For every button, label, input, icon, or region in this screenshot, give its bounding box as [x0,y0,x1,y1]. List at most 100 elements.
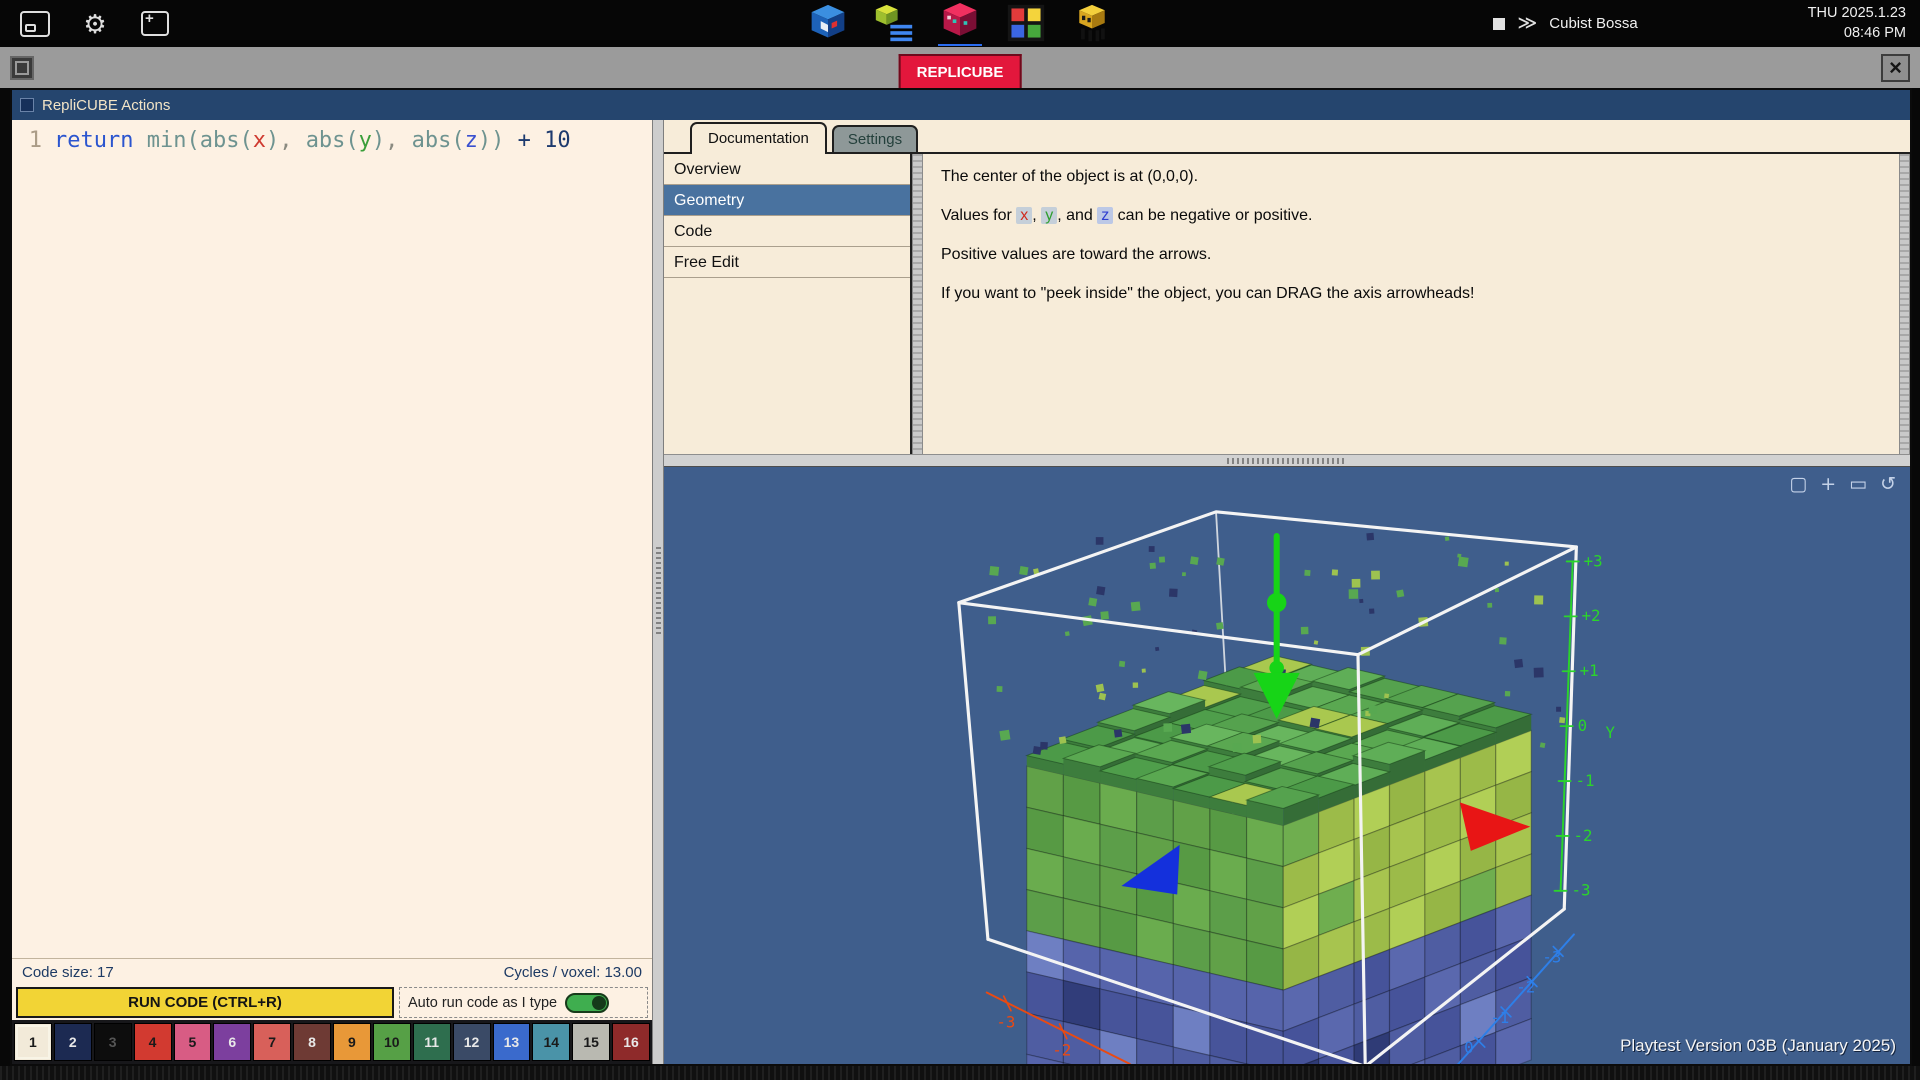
doc-paragraph-4: If you want to "peek inside" the object,… [941,285,1881,303]
run-controls-row: RUN CODE (CTRL+R) Auto run code as I typ… [12,985,652,1020]
display-icon [20,11,50,37]
code-editor-panel: 1 return min(abs(x), abs(y), abs(z)) + 1… [12,120,652,1064]
time-label: 08:46 PM [1808,24,1906,44]
display-window-icon[interactable] [18,9,52,39]
robot-app-icon[interactable] [1069,3,1115,43]
close-window-button[interactable]: × [1881,54,1910,82]
settings-gear-icon[interactable]: ⚙ [78,9,112,39]
slice-plane-icon[interactable]: ▭ [1849,475,1867,494]
code-token: ) [266,128,279,153]
palette-swatch-2[interactable]: 2 [54,1023,92,1061]
run-code-button[interactable]: RUN CODE (CTRL+R) [16,987,394,1018]
system-status-area: ≫ Cubist Bossa THU 2025.1.23 08:46 PM [1493,0,1906,47]
center-view-icon[interactable]: + [1820,475,1836,494]
code-token: , [279,128,306,153]
palette-swatch-4[interactable]: 4 [134,1023,172,1061]
palette-swatch-13[interactable]: 13 [493,1023,531,1061]
palette-swatch-10[interactable]: 10 [373,1023,411,1061]
doc-content-scrollbar[interactable] [1899,154,1910,454]
cycles-label: Cycles / voxel: 13.00 [504,964,642,981]
code-editor[interactable]: 1 return min(abs(x), abs(y), abs(z)) + 1… [12,120,652,958]
palette-grid-app-icon[interactable] [1003,3,1049,43]
doc-p2-sep1: , [1032,207,1041,224]
voxel-list-glyph [871,3,917,43]
code-token: min( [147,128,200,153]
printer-app-glyph [805,3,851,43]
svg-text:Y: Y [1605,723,1615,742]
3d-scene-canvas[interactable]: +3+2+10-1-2-3Y-3-2-3-2-10 [664,467,1910,1064]
svg-text:-2: -2 [1516,978,1535,997]
palette-swatch-14[interactable]: 14 [532,1023,570,1061]
palette-swatch-11[interactable]: 11 [413,1023,451,1061]
svg-text:-2: -2 [1052,1041,1071,1060]
doc-nav-geometry[interactable]: Geometry [664,185,910,216]
doc-nav-scrollbar[interactable] [912,154,923,454]
palette-swatch-1[interactable]: 1 [14,1023,52,1061]
stop-playback-icon[interactable] [1493,18,1505,30]
palette-swatch-5[interactable]: 5 [174,1023,212,1061]
system-menu-icons: ⚙ + [18,9,172,39]
code-token: abs( [306,128,359,153]
palette-swatch-9[interactable]: 9 [333,1023,371,1061]
tab-documentation[interactable]: Documentation [690,122,827,154]
doc-tab-row: Documentation Settings [664,120,1910,154]
code-size-label: Code size: 17 [22,964,114,981]
code-token: abs( [200,128,253,153]
line-number: 1 [12,126,42,156]
doc-nav-overview[interactable]: Overview [664,154,910,185]
music-player-controls: ≫ Cubist Bossa [1493,12,1637,35]
code-token: return [54,128,147,153]
doc-body: Overview Geometry Code Free Edit The cen… [664,154,1910,454]
palette-swatch-15[interactable]: 15 [572,1023,610,1061]
code-token: y [359,128,372,153]
version-label: Playtest Version 03B (January 2025) [1620,1036,1896,1056]
code-line: 1 return min(abs(x), abs(y), abs(z)) + 1… [12,126,652,156]
palette-swatch-16[interactable]: 16 [612,1023,650,1061]
svg-text:+3: +3 [1584,551,1603,570]
add-window-icon[interactable]: + [138,9,172,39]
svg-text:-3: -3 [996,1013,1015,1032]
window-titlebar: RepliCUBE Actions [12,90,1910,120]
svg-text:0: 0 [1464,1038,1473,1057]
date-label: THU 2025.1.23 [1808,4,1906,24]
doc-nav-code[interactable]: Code [664,216,910,247]
next-track-icon[interactable]: ≫ [1517,12,1537,35]
palette-row: 12345678910111213141516 [12,1020,652,1064]
svg-text:+2: +2 [1582,606,1601,625]
svg-text:-1: -1 [1576,771,1595,790]
system-top-bar: ⚙ + [0,0,1920,47]
palette-swatch-3[interactable]: 3 [94,1023,132,1061]
printer-app-icon[interactable] [805,3,851,43]
tab-settings[interactable]: Settings [832,125,918,152]
palette-swatch-8[interactable]: 8 [293,1023,331,1061]
svg-text:-3: -3 [1542,947,1561,966]
reset-view-icon[interactable]: ↺ [1880,475,1896,494]
autorun-control[interactable]: Auto run code as I type [399,987,648,1018]
palette-swatch-6[interactable]: 6 [213,1023,251,1061]
autorun-toggle[interactable] [565,993,609,1013]
replicube-app-icon[interactable] [937,3,983,51]
voxel-list-app-icon[interactable] [871,3,917,43]
y-variable-chip: y [1041,207,1057,224]
palette-swatch-12[interactable]: 12 [453,1023,491,1061]
palette-swatch-7[interactable]: 7 [253,1023,291,1061]
svg-text:+1: +1 [1580,661,1599,680]
doc-p2-sep2: , and [1057,207,1097,224]
viewport-toolbar: ▢ + ▭ ↺ [1789,475,1896,494]
replicube-app-glyph [937,3,983,43]
z-variable-chip: z [1097,207,1113,224]
replicube-window-tab[interactable]: REPLICUBE [899,54,1022,88]
window-tab-strip: REPLICUBE × [0,47,1920,88]
window-title: RepliCUBE Actions [42,97,170,114]
window-icon [20,98,34,112]
horizontal-splitter[interactable] [664,454,1910,467]
svg-text:-1: -1 [1490,1008,1509,1027]
x-variable-chip: x [1016,207,1032,224]
voxel-3d-viewport: +3+2+10-1-2-3Y-3-2-3-2-10 ▢+▭↺ Playtest … [664,467,1910,1064]
doc-nav-free-edit[interactable]: Free Edit [664,247,910,278]
code-token: x [253,128,266,153]
vertical-splitter[interactable] [652,120,664,1064]
workspace-icon[interactable] [10,56,34,80]
select-region-icon[interactable]: ▢ [1789,475,1807,494]
code-token: z [465,128,478,153]
